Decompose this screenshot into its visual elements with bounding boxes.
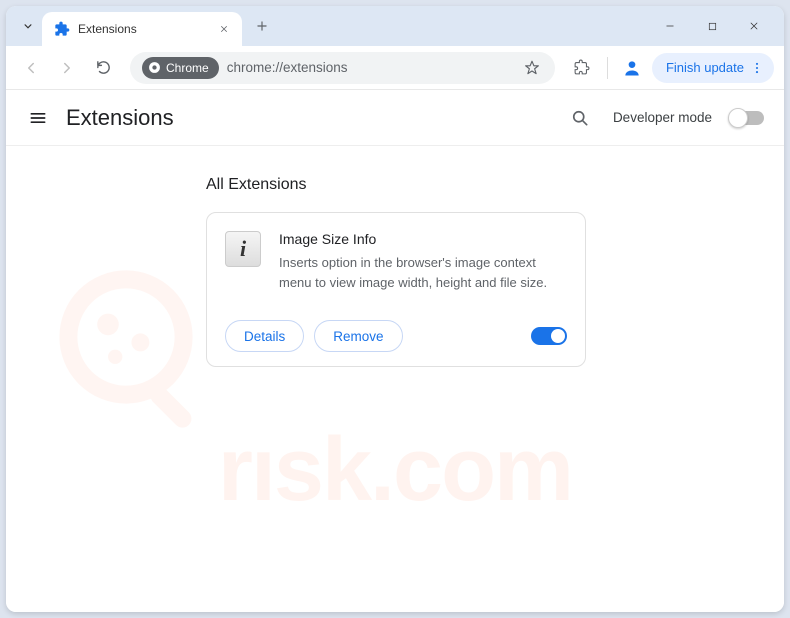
minimize-button[interactable] xyxy=(658,14,682,38)
main-menu-button[interactable] xyxy=(26,106,50,130)
section-title: All Extensions xyxy=(206,176,784,194)
chevron-down-icon xyxy=(21,19,35,33)
extension-description: Inserts option in the browser's image co… xyxy=(279,253,567,292)
maximize-icon xyxy=(707,21,718,32)
finish-update-label: Finish update xyxy=(666,60,744,75)
watermark-icon xyxy=(36,256,216,436)
page-header: Extensions Developer mode xyxy=(6,90,784,146)
extension-card: i Image Size Info Inserts option in the … xyxy=(206,212,586,367)
chrome-chip: Chrome xyxy=(142,57,219,79)
remove-button[interactable]: Remove xyxy=(314,320,402,352)
page-title: Extensions xyxy=(66,105,174,131)
reload-button[interactable] xyxy=(88,53,118,83)
close-icon xyxy=(219,24,229,34)
extensions-button[interactable] xyxy=(567,53,597,83)
page-content: rısk.com All Extensions i Image Size Inf… xyxy=(6,146,784,612)
forward-button[interactable] xyxy=(52,53,82,83)
developer-mode-label: Developer mode xyxy=(613,110,712,125)
reload-icon xyxy=(95,59,112,76)
chrome-logo-icon xyxy=(148,61,161,74)
puzzle-icon xyxy=(573,59,590,76)
browser-window: Extensions xyxy=(6,6,784,612)
developer-mode-toggle[interactable] xyxy=(730,111,764,125)
arrow-right-icon xyxy=(58,59,76,77)
arrow-left-icon xyxy=(22,59,40,77)
finish-update-button[interactable]: Finish update xyxy=(652,53,774,83)
extension-puzzle-icon xyxy=(54,21,70,37)
menu-dots-icon xyxy=(750,61,764,75)
bookmark-button[interactable] xyxy=(521,57,543,79)
address-bar[interactable]: Chrome chrome://extensions xyxy=(130,52,555,84)
new-tab-button[interactable] xyxy=(248,12,276,40)
tab-close-button[interactable] xyxy=(216,21,232,37)
star-icon xyxy=(523,59,541,77)
close-icon xyxy=(748,20,760,32)
extension-name: Image Size Info xyxy=(279,231,567,247)
search-icon xyxy=(570,108,590,128)
window-controls xyxy=(658,14,776,38)
profile-button[interactable] xyxy=(618,54,646,82)
maximize-button[interactable] xyxy=(700,14,724,38)
minimize-icon xyxy=(664,20,676,32)
titlebar: Extensions xyxy=(6,6,784,46)
tab-title: Extensions xyxy=(78,22,208,36)
browser-toolbar: Chrome chrome://extensions Finish update xyxy=(6,46,784,90)
hamburger-icon xyxy=(28,108,48,128)
plus-icon xyxy=(255,19,269,33)
back-button[interactable] xyxy=(16,53,46,83)
watermark-text: rısk.com xyxy=(6,419,784,522)
tab-search-dropdown[interactable] xyxy=(14,12,42,40)
extension-enable-toggle[interactable] xyxy=(531,327,567,345)
person-icon xyxy=(622,58,642,78)
url-text: chrome://extensions xyxy=(227,60,513,75)
details-button[interactable]: Details xyxy=(225,320,304,352)
browser-tab[interactable]: Extensions xyxy=(42,12,242,46)
search-extensions-button[interactable] xyxy=(565,103,595,133)
extension-icon: i xyxy=(225,231,261,267)
close-window-button[interactable] xyxy=(742,14,766,38)
chrome-chip-label: Chrome xyxy=(166,61,209,75)
toolbar-divider xyxy=(607,57,608,79)
